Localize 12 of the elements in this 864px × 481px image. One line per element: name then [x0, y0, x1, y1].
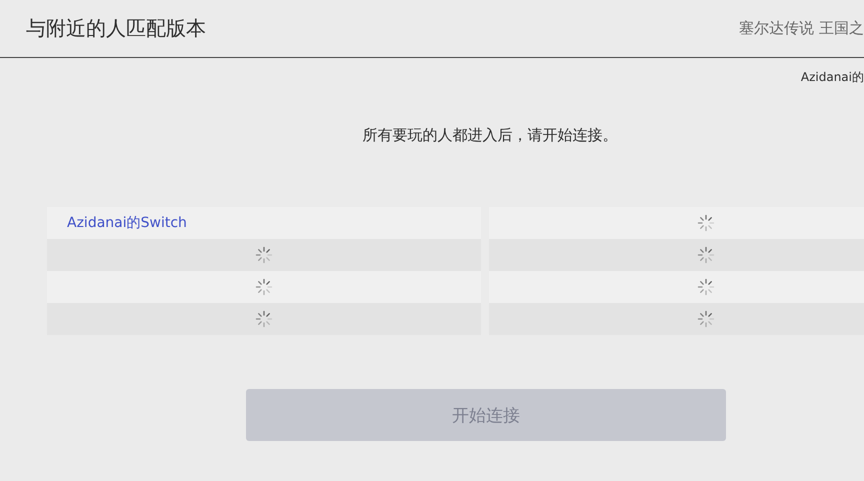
instruction-text: 所有要玩的人都进入后，请开始连接。: [362, 126, 618, 145]
loading-spinner-icon: [696, 277, 716, 297]
loading-spinner-icon: [696, 309, 716, 329]
player-name: Azidanai的Switch: [67, 214, 187, 232]
page-title: 与附近的人匹配版本: [26, 15, 206, 42]
game-title: 塞尔达传说 王国之: [739, 19, 864, 38]
loading-spinner-icon: [254, 245, 274, 265]
loading-spinner-icon: [254, 277, 274, 297]
host-label: Azidanai的: [800, 69, 864, 86]
loading-spinner-icon: [696, 245, 716, 265]
loading-spinner-icon: [254, 309, 274, 329]
loading-spinner-icon: [696, 213, 716, 233]
